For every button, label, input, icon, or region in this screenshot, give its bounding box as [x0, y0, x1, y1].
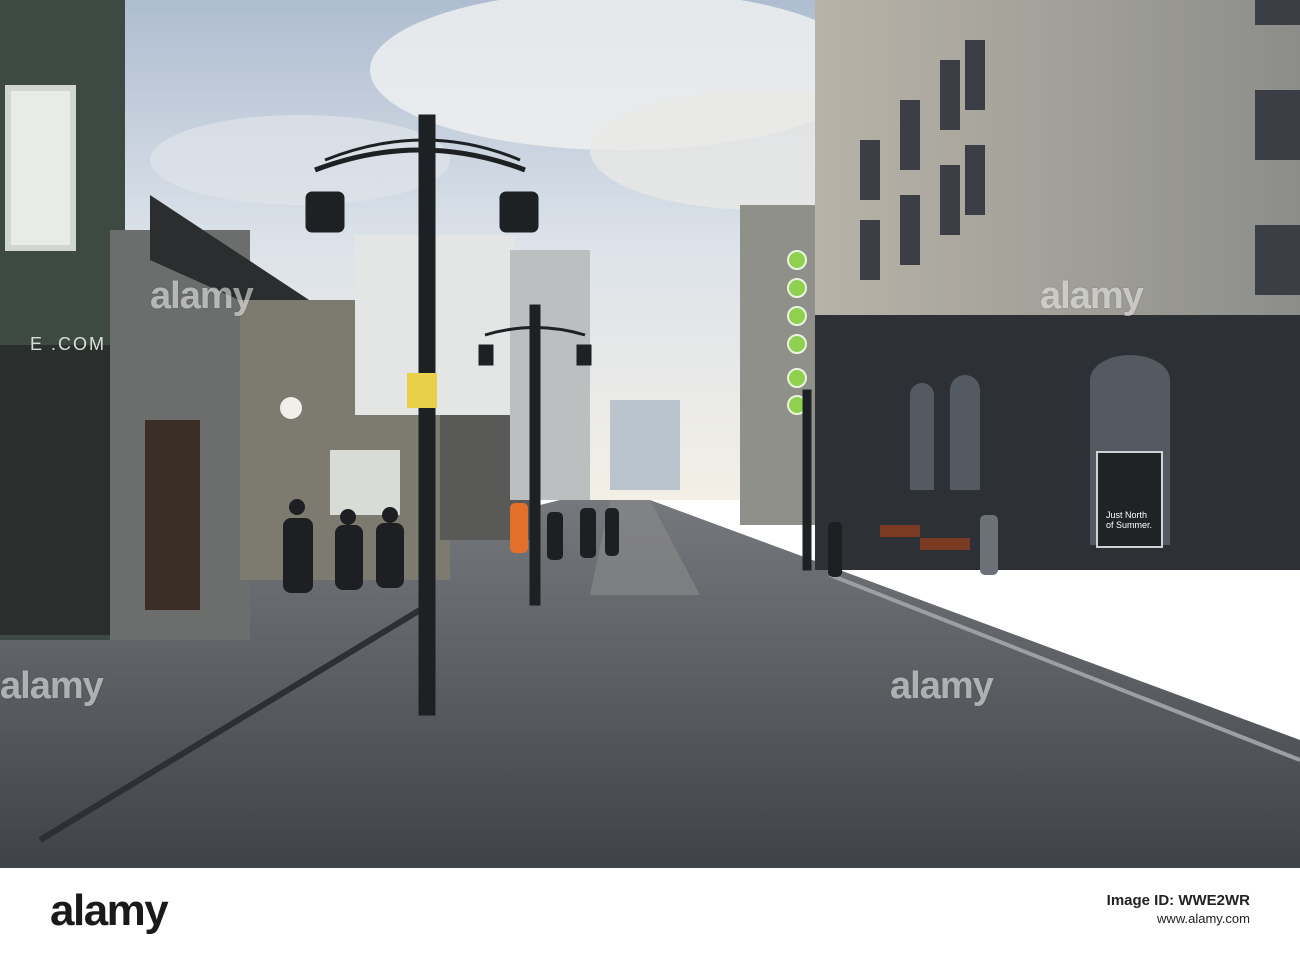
- watermark: alamy: [1040, 275, 1144, 317]
- street-scene: [0, 0, 1300, 868]
- window: [330, 450, 400, 515]
- footer-bar: [0, 868, 1300, 957]
- alamy-logo[interactable]: alamy: [50, 886, 169, 936]
- window: [8, 88, 73, 248]
- cctv-sign: [407, 373, 437, 408]
- watermark: alamy: [150, 275, 254, 317]
- image-id: Image ID: WWE2WR: [1106, 892, 1250, 909]
- mid-building: [510, 250, 590, 500]
- billboard-text: Just North of Summer.: [1100, 506, 1162, 546]
- billboard-slogan: Just North of Summer.: [1106, 510, 1153, 530]
- globe-lamp: [280, 397, 302, 419]
- site-url[interactable]: www.alamy.com: [1107, 910, 1250, 928]
- image-id-block: Image ID: WWE2WR www.alamy.com: [1107, 892, 1250, 928]
- street-photo: [0, 0, 1300, 868]
- door: [145, 420, 200, 610]
- glass-building: [740, 205, 825, 525]
- cloud: [150, 115, 450, 205]
- watermark: alamy: [0, 665, 104, 707]
- shop-sign: E .COM: [30, 334, 107, 354]
- far-building: [610, 400, 680, 490]
- watermark: alamy: [890, 665, 994, 707]
